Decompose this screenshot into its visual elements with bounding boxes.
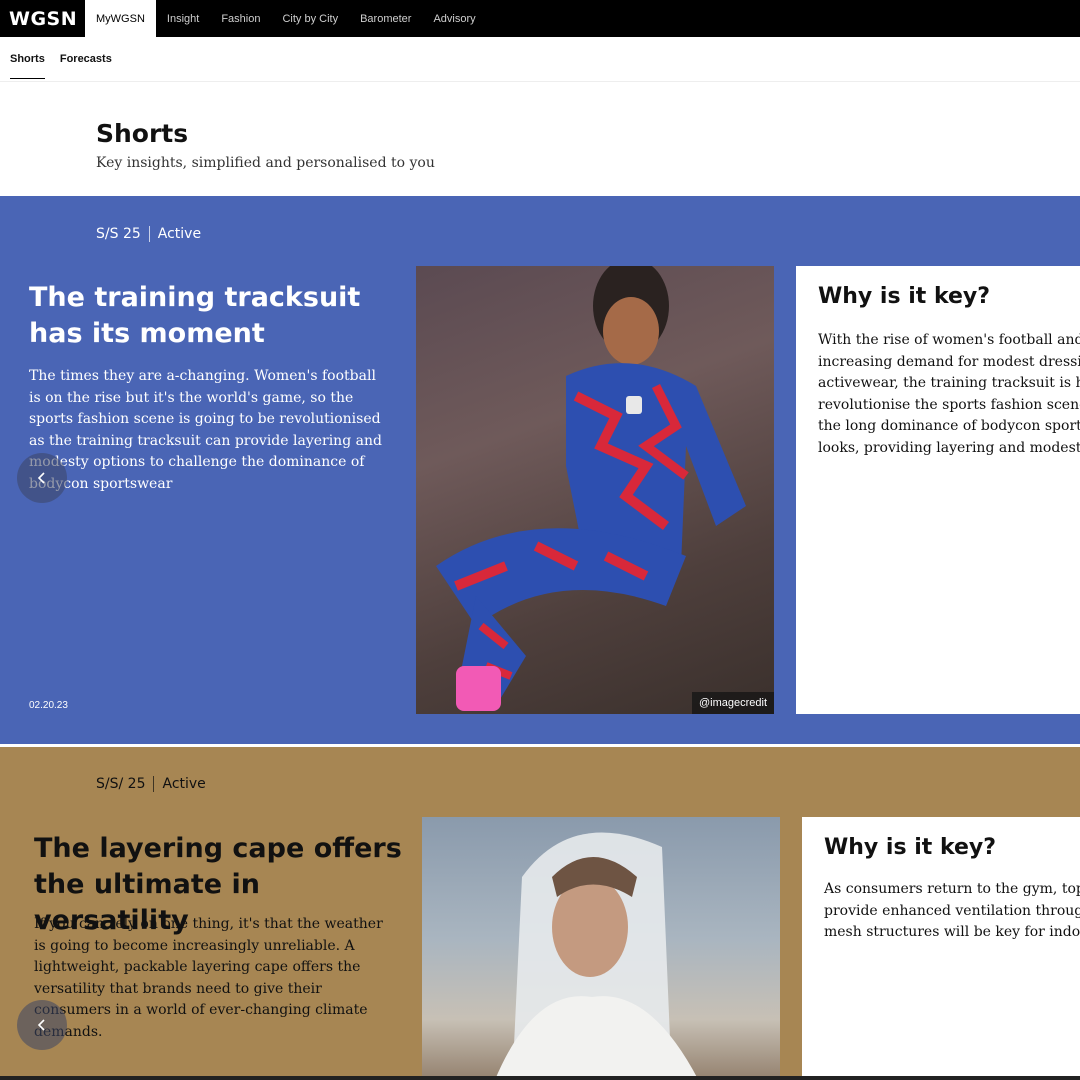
tab-shorts[interactable]: Shorts: [10, 53, 45, 79]
nav-item-fashion[interactable]: Fashion: [210, 0, 271, 37]
why-key-panel: Why is it key? As consumers return to th…: [802, 817, 1080, 1080]
nav-item-barometer[interactable]: Barometer: [349, 0, 422, 37]
carousel-prev-button[interactable]: [17, 453, 67, 503]
why-key-line: As consumers return to the gym, tops wh: [824, 881, 1080, 897]
short-card-layering-cape[interactable]: S/S/ 25 Active The layering cape offers …: [0, 747, 1080, 1080]
category-label: Active: [157, 226, 202, 242]
why-key-line: the long dominance of bodycon sportswe: [818, 418, 1080, 434]
category-label: Active: [162, 776, 206, 792]
image-credit: @imagecredit: [691, 692, 774, 714]
page-title: Shorts: [96, 119, 189, 148]
model-illustration: [494, 832, 699, 1080]
nav-item-city-by-city[interactable]: City by City: [271, 0, 349, 37]
season-separator: [148, 226, 150, 242]
short-card-tracksuit[interactable]: S/S 25 Active The training tracksuit has…: [0, 196, 1080, 744]
why-key-title: Why is it key?: [824, 835, 997, 860]
why-key-body: With the rise of women's football and th…: [818, 330, 1080, 459]
sub-navigation: Shorts Forecasts: [0, 37, 1080, 82]
why-key-line: looks, providing layering and modesty op: [818, 439, 1080, 456]
why-key-title: Why is it key?: [818, 284, 991, 309]
athlete-illustration: [436, 266, 746, 711]
season-label: S/S 25: [96, 226, 141, 242]
nav-item-advisory[interactable]: Advisory: [422, 0, 486, 37]
carousel-prev-button[interactable]: [17, 1000, 67, 1050]
page-subtitle: Key insights, simplified and personalise…: [96, 155, 435, 171]
why-key-line: mesh structures will be key for indoor w: [824, 924, 1080, 940]
card-date: 02.20.23: [29, 700, 68, 711]
why-key-line: increasing demand for modest dressing in: [818, 353, 1080, 370]
nav-item-mywgsn[interactable]: MyWGSN: [85, 0, 156, 37]
bottom-bar: [0, 1076, 1080, 1080]
why-key-line: With the rise of women's football and th…: [818, 332, 1080, 348]
why-key-line: activewear, the training tracksuit is he…: [818, 375, 1080, 391]
season-tag: S/S 25 Active: [96, 226, 201, 242]
why-key-panel: Why is it key? With the rise of women's …: [796, 266, 1080, 714]
wgsn-logo[interactable]: WGSN: [0, 8, 85, 30]
tab-forecasts[interactable]: Forecasts: [60, 53, 112, 78]
card-body: The times they are a-changing. Women's f…: [29, 368, 382, 492]
season-separator: [153, 776, 155, 792]
season-tag: S/S/ 25 Active: [96, 776, 206, 792]
why-key-line: provide enhanced ventilation through cr: [824, 902, 1080, 919]
top-navigation: WGSN MyWGSN Insight Fashion City by City…: [0, 0, 1080, 37]
why-key-body: As consumers return to the gym, tops wh …: [824, 879, 1080, 944]
card-title: The training tracksuit has its moment: [29, 282, 361, 349]
season-label: S/S/ 25: [96, 776, 146, 792]
tracksuit-photo: @imagecredit: [416, 266, 774, 714]
card-body: If you can rely on one thing, it's that …: [34, 916, 383, 1040]
nav-item-insight[interactable]: Insight: [156, 0, 210, 37]
cape-photo: [422, 817, 780, 1080]
why-key-line: revolutionise the sports fashion scene. …: [818, 396, 1080, 413]
chevron-left-icon: [37, 1019, 45, 1031]
chevron-left-icon: [37, 472, 45, 484]
